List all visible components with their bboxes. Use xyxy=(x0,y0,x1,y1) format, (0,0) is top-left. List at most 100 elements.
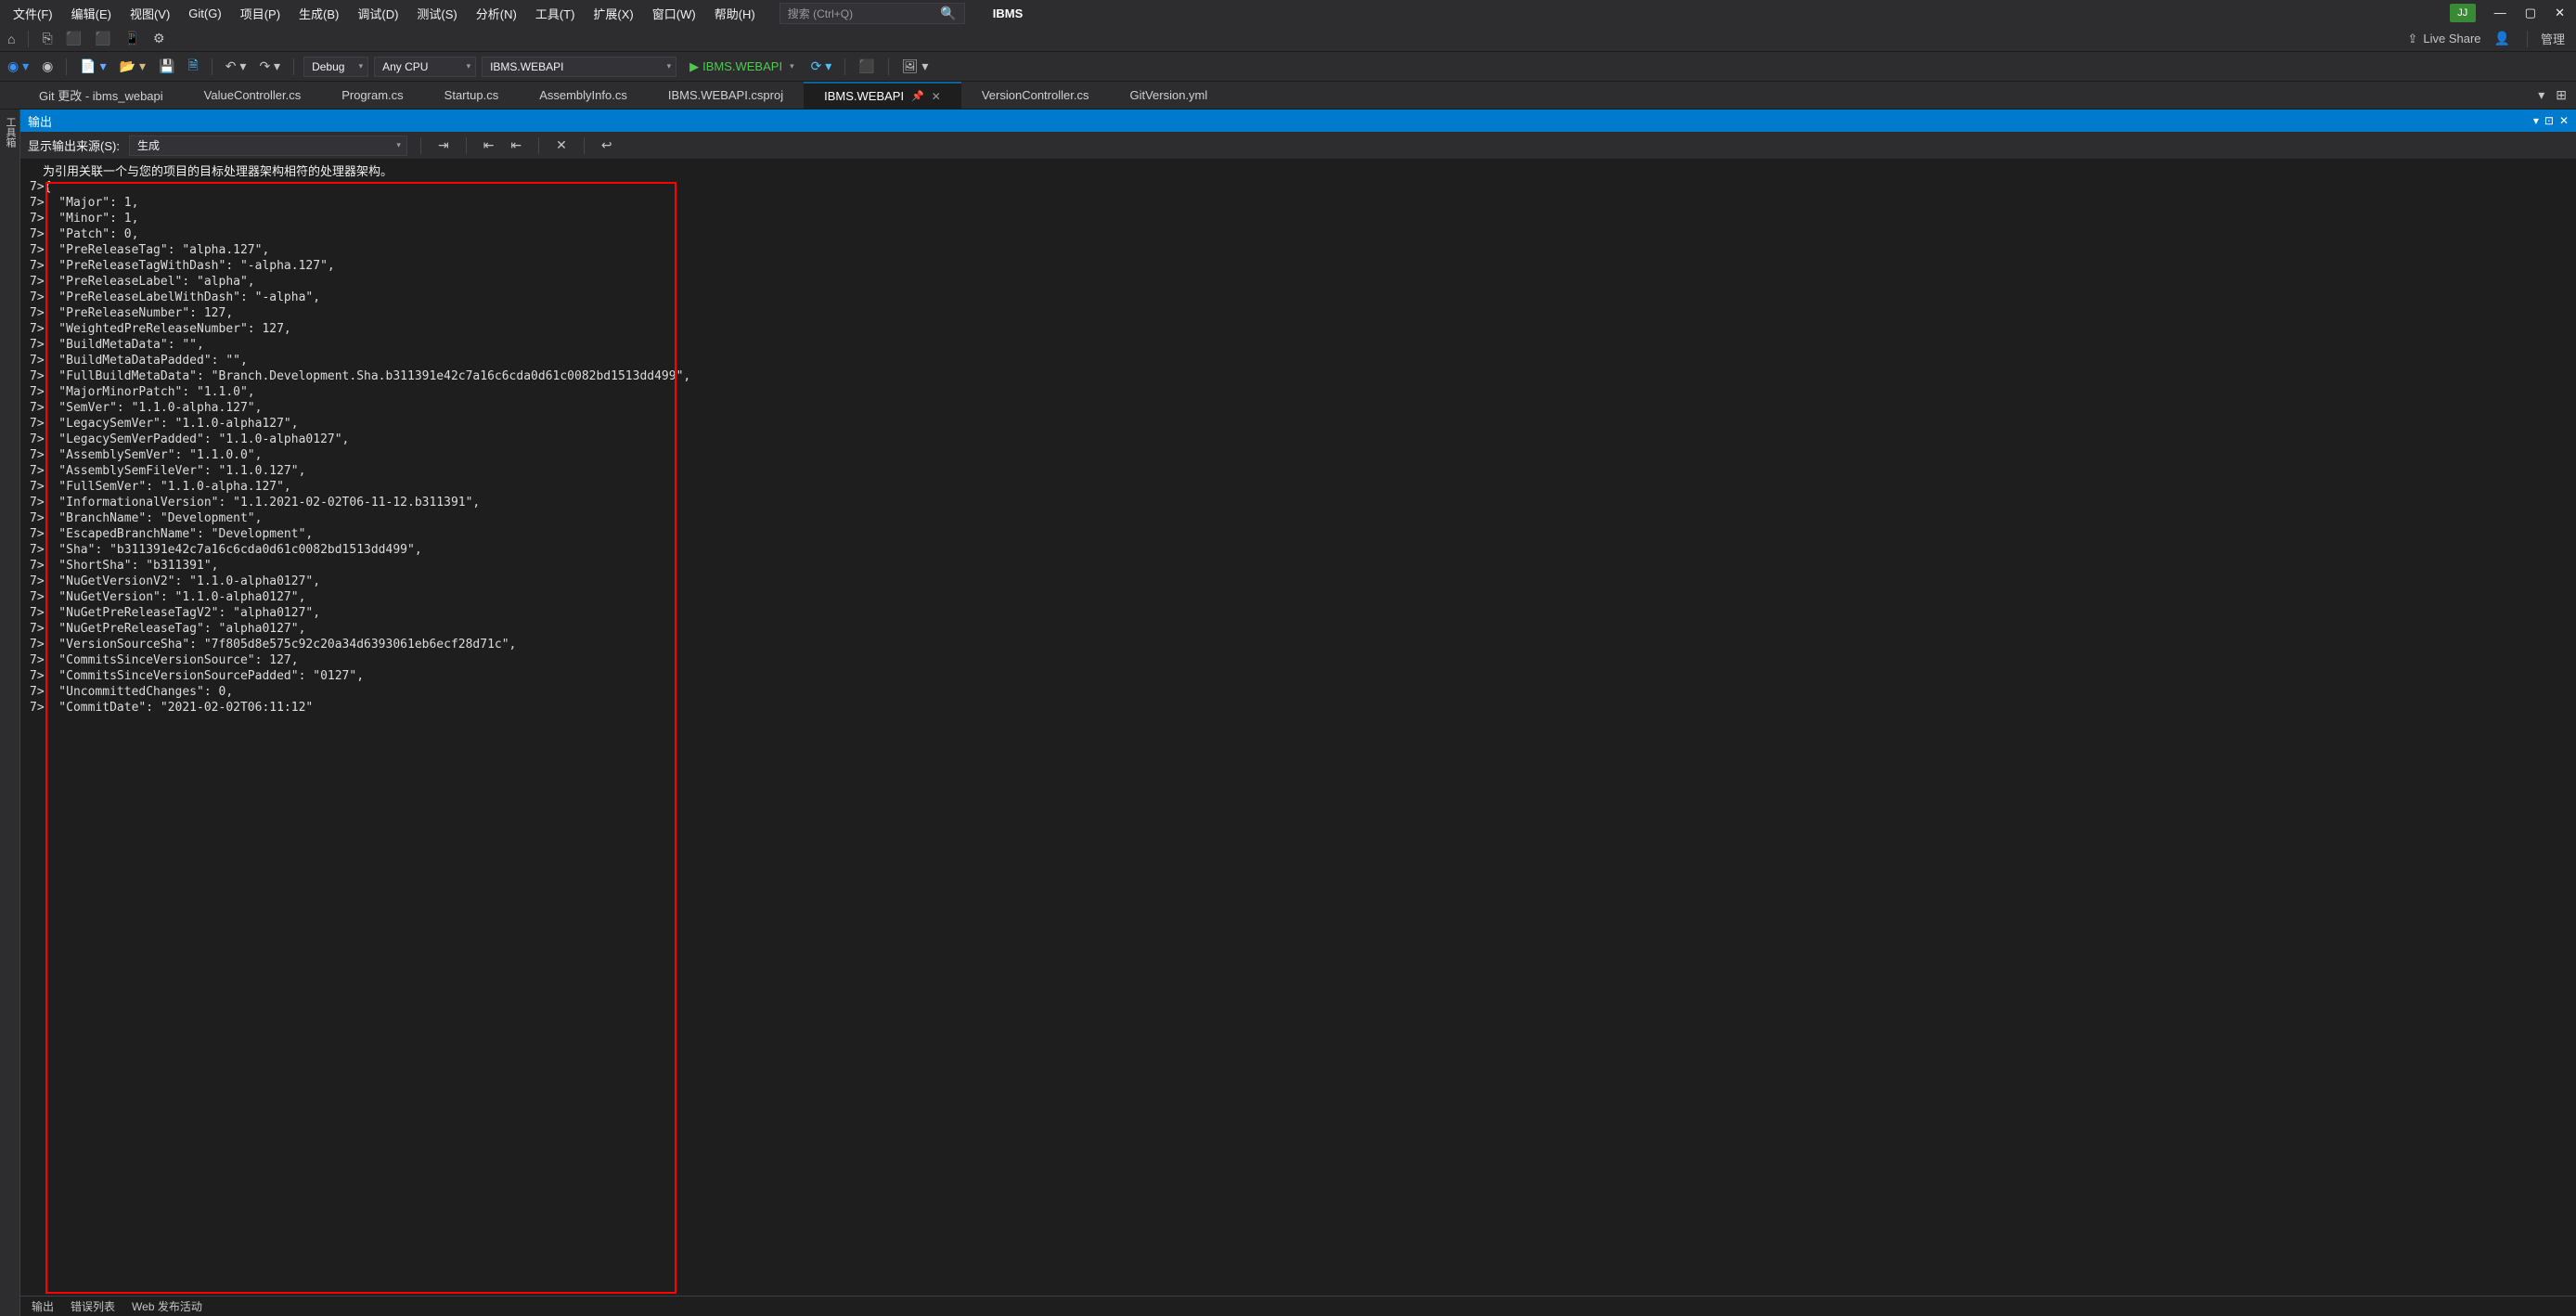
status-publish[interactable]: Web 发布活动 xyxy=(132,1298,202,1314)
tab-dropdown-icon[interactable]: ▾ xyxy=(2534,85,2548,105)
separator xyxy=(888,58,889,75)
indent-left-icon[interactable]: ⇤ xyxy=(480,135,498,155)
separator xyxy=(538,137,539,154)
chevron-down-icon[interactable]: ▾ xyxy=(2533,114,2539,127)
output-line: 7> "PreReleaseNumber": 127, xyxy=(30,305,2567,321)
load-icon[interactable]: ⬛ xyxy=(62,29,85,48)
pin-icon[interactable]: 📌 xyxy=(911,90,924,102)
feedback-icon[interactable]: 👤 xyxy=(2491,29,2514,48)
menu-extensions[interactable]: 扩展(X) xyxy=(584,1,642,26)
separator xyxy=(2527,31,2528,47)
output-toolbar: 显示输出来源(S): 生成 ⇥ ⇤ ⇤ ✕ ↩ xyxy=(20,132,2576,160)
menu-tools[interactable]: 工具(T) xyxy=(526,1,585,26)
save-all-icon[interactable]: 🗎 xyxy=(185,54,202,80)
menu-view[interactable]: 视图(V) xyxy=(121,1,179,26)
manage-label[interactable]: 管理 xyxy=(2541,30,2565,47)
search-icon: 🔍 xyxy=(940,6,956,21)
output-line: 7> "AssemblySemVer": "1.1.0.0", xyxy=(30,447,2567,463)
device-icon[interactable]: 📱 xyxy=(121,29,144,48)
save-icon[interactable]: 💾 xyxy=(155,57,178,76)
menu-build[interactable]: 生成(B) xyxy=(290,1,348,26)
output-line: 7> "NuGetVersionV2": "1.1.0-alpha0127", xyxy=(30,574,2567,589)
output-line: 7> "ShortSha": "b311391", xyxy=(30,558,2567,574)
menu-project[interactable]: 项目(P) xyxy=(231,1,290,26)
menu-git[interactable]: Git(G) xyxy=(179,3,230,24)
live-share[interactable]: ⇪ Live Share xyxy=(2407,32,2480,46)
browser-icon[interactable]: ⬛ xyxy=(91,29,114,48)
menu-edit[interactable]: 编辑(E) xyxy=(62,1,121,26)
output-line: 7> "BuildMetaData": "", xyxy=(30,337,2567,353)
left-sidebar[interactable]: 工具箱 xyxy=(0,110,20,1316)
tab-expand-icon[interactable]: ⊞ xyxy=(2552,85,2570,105)
output-line: 7> "VersionSourceSha": "7f805d8e575c92c2… xyxy=(30,637,2567,652)
output-line: 7> "LegacySemVerPadded": "1.1.0-alpha012… xyxy=(30,432,2567,447)
close-panel-icon[interactable]: ✕ xyxy=(2559,114,2569,127)
tab-ibms-webapi[interactable]: IBMS.WEBAPI 📌 ✕ xyxy=(804,82,961,109)
status-errors[interactable]: 错误列表 xyxy=(71,1298,115,1314)
output-line: 7> "NuGetVersion": "1.1.0-alpha0127", xyxy=(30,589,2567,605)
output-panel-header: 输出 ▾ ⊡ ✕ xyxy=(20,110,2576,132)
menu-help[interactable]: 帮助(H) xyxy=(705,1,765,26)
maximize-icon[interactable]: ▢ xyxy=(2525,6,2536,20)
run-button[interactable]: ▶ IBMS.WEBAPI ▾ xyxy=(682,59,802,74)
output-line: 7> "PreReleaseTagWithDash": "-alpha.127"… xyxy=(30,258,2567,274)
tab-assemblyinfo[interactable]: AssemblyInfo.cs xyxy=(519,83,648,108)
indent-icon[interactable]: ⇤ xyxy=(507,135,525,155)
menu-window[interactable]: 窗口(W) xyxy=(643,1,705,26)
tab-valuecontroller[interactable]: ValueController.cs xyxy=(184,83,322,108)
output-line: 7> "Major": 1, xyxy=(30,195,2567,211)
document-tabs: Git 更改 - ibms_webapi ValueController.cs … xyxy=(0,82,2576,110)
user-badge[interactable]: JJ xyxy=(2450,4,2476,22)
chevron-down-icon: ▾ xyxy=(790,61,794,71)
close-icon[interactable]: ✕ xyxy=(2555,6,2565,20)
output-line: 7> "BranchName": "Development", xyxy=(30,510,2567,526)
solution-name: IBMS xyxy=(993,6,1024,20)
separator xyxy=(212,58,213,75)
status-output[interactable]: 输出 xyxy=(32,1298,54,1314)
output-line: 7> "PreReleaseTag": "alpha.127", xyxy=(30,242,2567,258)
separator xyxy=(584,137,585,154)
new-file-icon[interactable]: 📄 ▾ xyxy=(76,57,109,76)
tool-icon-2[interactable]: 🖼 ▾ xyxy=(898,57,933,76)
menu-file[interactable]: 文件(F) xyxy=(4,1,62,26)
tab-csproj[interactable]: IBMS.WEBAPI.csproj xyxy=(648,83,804,108)
redo-icon[interactable]: ↷ ▾ xyxy=(255,57,284,76)
output-line: 7> "EscapedBranchName": "Development", xyxy=(30,526,2567,542)
forward-icon[interactable]: ◉ xyxy=(38,57,57,76)
close-tab-icon[interactable]: ✕ xyxy=(932,90,941,103)
output-title: 输出 xyxy=(28,112,52,130)
tab-gitversion-yml[interactable]: GitVersion.yml xyxy=(1109,83,1228,108)
settings-icon[interactable]: ⚙ xyxy=(149,29,169,48)
tab-startup[interactable]: Startup.cs xyxy=(424,83,520,108)
menu-debug[interactable]: 调试(D) xyxy=(348,1,407,26)
new-window-icon[interactable]: ⎘ xyxy=(38,29,56,48)
back-icon[interactable]: ◉ ▾ xyxy=(4,57,32,76)
minimize-icon[interactable]: — xyxy=(2494,6,2506,20)
wrap-icon[interactable]: ↩ xyxy=(598,135,616,155)
open-icon[interactable]: 📂 ▾ xyxy=(116,57,149,76)
output-line: 7> "MajorMinorPatch": "1.1.0", xyxy=(30,384,2567,400)
output-line: 7> "WeightedPreReleaseNumber": 127, xyxy=(30,321,2567,337)
output-source-dropdown[interactable]: 生成 xyxy=(129,135,407,156)
search-box[interactable]: 搜索 (Ctrl+Q) 🔍 xyxy=(779,3,965,24)
config-dropdown[interactable]: Debug xyxy=(303,57,368,77)
tab-program[interactable]: Program.cs xyxy=(321,83,423,108)
output-line: 7> "UncommittedChanges": 0, xyxy=(30,684,2567,700)
output-content[interactable]: 为引用关联一个与您的项目的目标处理器架构相符的处理器架构。 7>{7> "Maj… xyxy=(20,160,2576,1296)
indent-right-icon[interactable]: ⇥ xyxy=(434,135,453,155)
output-line: 7> "NuGetPreReleaseTagV2": "alpha0127", xyxy=(30,605,2567,621)
home-icon[interactable]: ⌂ xyxy=(4,30,19,48)
output-line: 7>{ xyxy=(30,179,2567,195)
undo-icon[interactable]: ↶ ▾ xyxy=(222,57,251,76)
startup-dropdown[interactable]: IBMS.WEBAPI xyxy=(482,57,676,77)
tab-git-changes[interactable]: Git 更改 - ibms_webapi xyxy=(19,81,184,110)
clear-icon[interactable]: ✕ xyxy=(552,135,571,155)
tool-icon-1[interactable]: ⬛ xyxy=(855,57,878,76)
tab-versioncontroller[interactable]: VersionController.cs xyxy=(961,83,1110,108)
output-warning-line: 为引用关联一个与您的项目的目标处理器架构相符的处理器架构。 xyxy=(43,163,2567,179)
menu-analyze[interactable]: 分析(N) xyxy=(467,1,526,26)
pin-icon[interactable]: ⊡ xyxy=(2544,114,2554,127)
menu-test[interactable]: 测试(S) xyxy=(407,1,466,26)
refresh-icon[interactable]: ⟳ ▾ xyxy=(807,57,836,76)
platform-dropdown[interactable]: Any CPU xyxy=(374,57,476,77)
